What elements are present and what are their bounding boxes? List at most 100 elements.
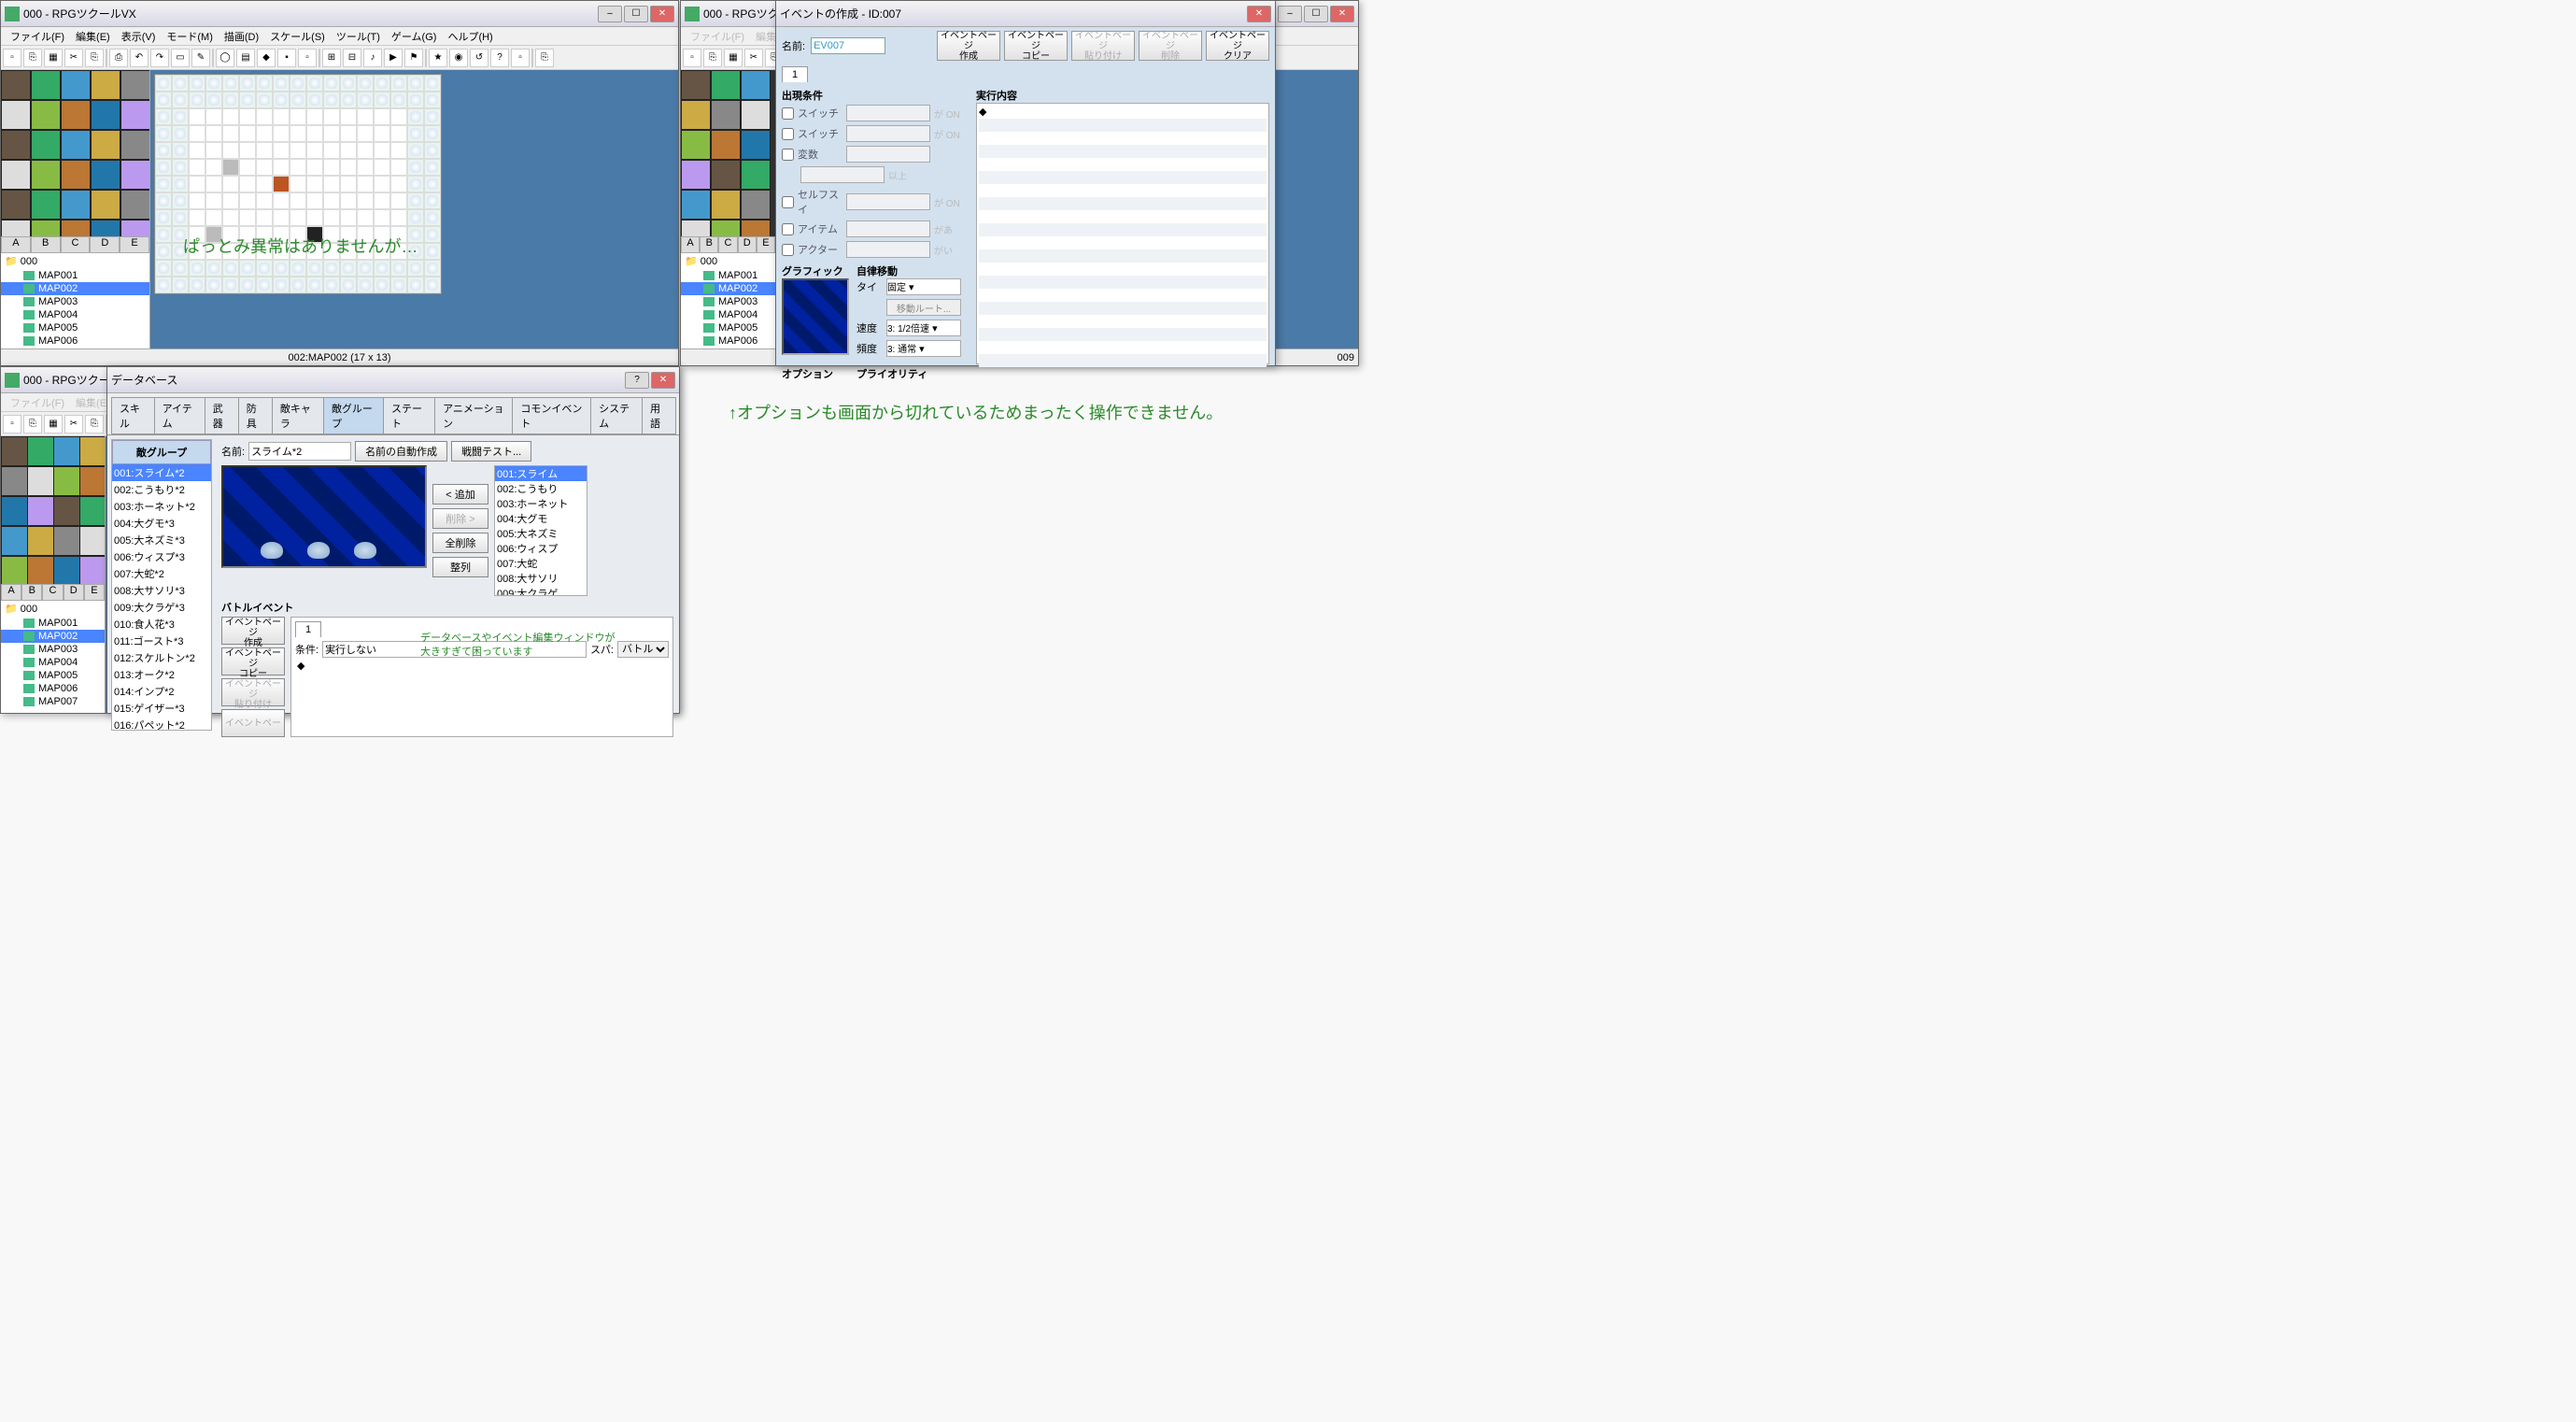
toolbar-button[interactable]: ◆ (257, 49, 276, 67)
tile-palette[interactable] (681, 70, 775, 236)
condition-dropdown[interactable] (846, 146, 930, 163)
troop-list-item[interactable]: 007:大蛇*2 (112, 565, 211, 582)
menu-item[interactable]: スケール(S) (264, 27, 331, 45)
toolbar-button[interactable]: ⎘ (85, 415, 104, 434)
minimize-button[interactable]: – (598, 6, 622, 22)
battle-page-button[interactable]: イベントページ コピー (221, 647, 285, 675)
menu-item[interactable]: モード(M) (161, 27, 219, 45)
condition-checkbox[interactable] (782, 223, 794, 235)
condition-dropdown[interactable] (846, 220, 930, 237)
layer-tab[interactable]: A (1, 584, 21, 601)
enemy-list-item[interactable]: 006:ウィスプ (495, 541, 587, 556)
enemy-list[interactable]: 001:スライム002:こうもり003:ホーネット004:大グモ005:大ネズミ… (494, 465, 587, 596)
database-tab[interactable]: コモンイベント (512, 397, 591, 434)
layer-tabs[interactable]: ABCDE (1, 584, 105, 601)
maximize-button[interactable]: ☐ (1304, 6, 1328, 22)
database-tab[interactable]: ステート (383, 397, 435, 434)
toolbar-button[interactable]: ⎘ (85, 49, 104, 67)
toolbar-button[interactable]: ⎘ (23, 49, 42, 67)
event-name-input[interactable] (811, 37, 885, 54)
toolbar-button[interactable]: ▦ (44, 49, 63, 67)
toolbar-button[interactable]: ⊞ (322, 49, 341, 67)
layer-tab[interactable]: C (718, 236, 737, 253)
troop-list-item[interactable]: 013:オーク*2 (112, 666, 211, 683)
layer-tab[interactable]: E (757, 236, 775, 253)
troop-list-item[interactable]: 002:こうもり*2 (112, 481, 211, 498)
span-select[interactable]: バトル (617, 641, 669, 658)
help-button[interactable]: ? (625, 372, 649, 389)
menu-item[interactable]: ツール(T) (331, 27, 386, 45)
condition-dropdown[interactable] (846, 125, 930, 142)
enemy-list-item[interactable]: 003:ホーネット (495, 496, 587, 511)
close-button[interactable]: ✕ (650, 6, 674, 22)
toolbar-button[interactable]: ✎ (191, 49, 210, 67)
battle-page-tab[interactable]: 1 (295, 621, 321, 637)
map-tree-item[interactable]: MAP001 (1, 269, 149, 282)
map-tree-item[interactable]: MAP002 (1, 630, 105, 643)
map-tree-item[interactable]: MAP001 (681, 269, 775, 282)
layer-tab[interactable]: E (120, 236, 149, 253)
troop-list-item[interactable]: 015:ゲイザー*3 (112, 700, 211, 717)
toolbar-button[interactable]: ◯ (216, 49, 234, 67)
database-tab[interactable]: 防具 (238, 397, 273, 434)
map-tree-item[interactable]: MAP003 (1, 295, 149, 308)
database-tab[interactable]: アニメーション (434, 397, 513, 434)
toolbar-button[interactable]: ⎘ (23, 415, 42, 434)
maximize-button[interactable]: ☐ (624, 6, 648, 22)
menu-item[interactable]: 表示(V) (116, 27, 162, 45)
condition-checkbox[interactable] (782, 149, 794, 161)
layer-tab[interactable]: B (31, 236, 61, 253)
condition-checkbox[interactable] (782, 244, 794, 256)
layer-tab[interactable]: D (738, 236, 757, 253)
map-tree-item[interactable]: MAP004 (1, 656, 105, 669)
troop-list-item[interactable]: 012:スケルトン*2 (112, 649, 211, 666)
layer-tab[interactable]: C (61, 236, 91, 253)
toolbar-button[interactable]: ? (490, 49, 509, 67)
map-tree-item[interactable]: MAP004 (1, 308, 149, 321)
toolbar-button[interactable]: ▤ (236, 49, 255, 67)
map-tree-item[interactable]: MAP004 (681, 308, 775, 321)
map-tree-item[interactable]: MAP007 (1, 695, 105, 708)
layer-tab[interactable]: A (1, 236, 31, 253)
toolbar-button[interactable]: ▭ (171, 49, 190, 67)
toolbar-button[interactable]: ✂ (64, 415, 83, 434)
enemy-list-item[interactable]: 002:こうもり (495, 481, 587, 496)
condition-dropdown[interactable] (846, 193, 930, 210)
condition-dropdown[interactable] (846, 241, 930, 258)
toolbar-button[interactable]: ★ (429, 49, 447, 67)
battle-page-button[interactable]: イベントページ 作成 (221, 617, 285, 645)
troop-list-item[interactable]: 008:大サソリ*3 (112, 582, 211, 599)
close-button[interactable]: ✕ (1330, 6, 1354, 22)
close-button[interactable]: ✕ (651, 372, 675, 389)
toolbar-button[interactable]: ▫ (298, 49, 317, 67)
toolbar-button[interactable]: ♪ (363, 49, 382, 67)
toolbar-button[interactable]: ⚑ (404, 49, 423, 67)
condition-checkbox[interactable] (782, 128, 794, 140)
toolbar-button[interactable]: ⎘ (535, 49, 554, 67)
map-tree-item[interactable]: MAP002 (1, 282, 149, 295)
troop-list-item[interactable]: 001:スライム*2 (112, 464, 211, 481)
remove-enemy-button[interactable]: 削除 > (432, 508, 488, 529)
toolbar-button[interactable]: ↶ (130, 49, 149, 67)
align-button[interactable]: 整列 (432, 557, 488, 577)
database-tab[interactable]: 用語 (642, 397, 676, 434)
enemy-list-item[interactable]: 008:大サソリ (495, 571, 587, 586)
enemy-list-item[interactable]: 004:大グモ (495, 511, 587, 526)
layer-tab[interactable]: C (42, 584, 63, 601)
auto-move-select[interactable]: 3: 通常 ▾ (886, 340, 961, 357)
toolbar-button[interactable]: ▦ (44, 415, 63, 434)
move-route-button[interactable]: 移動ルート... (886, 299, 961, 316)
battletest-button[interactable]: 戦闘テスト... (451, 441, 531, 462)
toolbar-button[interactable]: ⊟ (343, 49, 361, 67)
layer-tab[interactable]: E (84, 584, 105, 601)
troop-list-item[interactable]: 004:大グモ*3 (112, 515, 211, 532)
event-page-button[interactable]: イベントページ 作成 (937, 31, 1000, 61)
layer-tabs[interactable]: ABCDE (681, 236, 775, 253)
condition-checkbox[interactable] (782, 107, 794, 120)
toolbar-button[interactable]: ◉ (449, 49, 468, 67)
map-tree-item[interactable]: MAP002 (681, 282, 775, 295)
troop-list-item[interactable]: 006:ウィスプ*3 (112, 548, 211, 565)
map-editor-area[interactable] (150, 70, 678, 365)
layer-tab[interactable]: D (64, 584, 84, 601)
database-tab[interactable]: 敵キャラ (272, 397, 324, 434)
